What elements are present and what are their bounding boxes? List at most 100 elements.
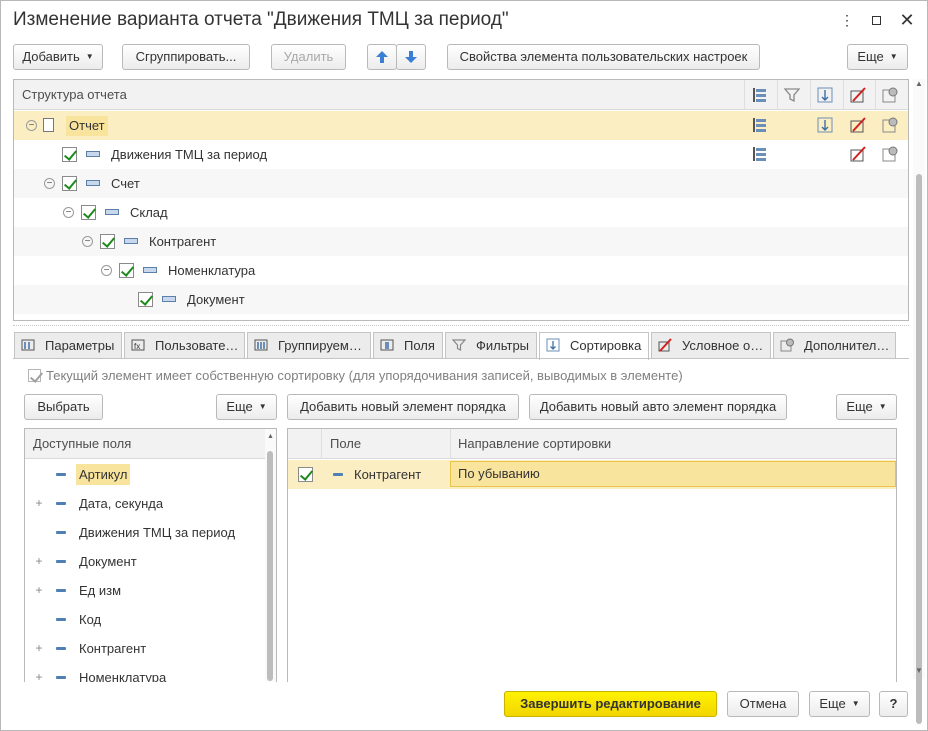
field-icon (124, 238, 138, 244)
checkbox[interactable] (100, 234, 115, 249)
tab-additional[interactable]: Дополнител… (773, 332, 896, 358)
sort-order-row[interactable]: Контрагент По убыванию (288, 460, 896, 489)
available-field-item[interactable]: Код (25, 605, 265, 634)
checkbox[interactable] (119, 263, 134, 278)
add-auto-order-item-button[interactable]: Добавить новый авто элемент порядка (529, 394, 787, 420)
field-icon (162, 296, 176, 302)
scroll-thumb[interactable] (916, 174, 922, 724)
more-button-right[interactable]: Еще ▼ (836, 394, 897, 420)
more-button-top[interactable]: Еще ▼ (847, 44, 908, 70)
available-field-item[interactable]: + Ед изм (25, 576, 265, 605)
tab-conditional-format[interactable]: Условное о… (651, 332, 771, 358)
expand-icon[interactable]: + (34, 671, 44, 682)
col-field-header: Поле (330, 436, 362, 451)
move-up-button[interactable] (367, 44, 397, 70)
available-field-label: Артикул (76, 464, 131, 485)
finish-editing-button[interactable]: Завершить редактирование (504, 691, 717, 717)
field-icon (56, 618, 66, 621)
own-sort-checkbox[interactable] (28, 369, 41, 382)
field-icon (56, 531, 66, 534)
collapse-icon[interactable]: − (44, 178, 55, 189)
more-label: Еще (857, 49, 884, 64)
select-button[interactable]: Выбрать (24, 394, 103, 420)
user-fields-icon: fx (131, 339, 145, 351)
add-button[interactable]: Добавить ▼ (13, 44, 103, 70)
svg-text:fx: fx (134, 342, 140, 351)
structure-row-account[interactable]: − Счет (14, 169, 908, 198)
window-scrollbar[interactable]: ▲ ▼ (913, 79, 925, 724)
cancel-button[interactable]: Отмена (727, 691, 799, 717)
field-icon (86, 151, 100, 157)
dropdown-arrow-icon: ▼ (878, 402, 887, 411)
collapse-icon[interactable]: − (63, 207, 74, 218)
expand-icon[interactable]: + (34, 555, 44, 567)
available-field-label: Код (79, 612, 102, 627)
delete-button[interactable]: Удалить (271, 44, 346, 70)
tab-label: Фильтры (476, 338, 530, 353)
scroll-up-icon: ▲ (267, 433, 274, 440)
structure-row-warehouse[interactable]: − Склад (14, 198, 908, 227)
available-field-item[interactable]: Артикул (25, 460, 265, 489)
close-icon[interactable]: ✕ (897, 10, 917, 30)
available-field-item[interactable]: + Документ (25, 547, 265, 576)
expand-icon[interactable]: + (34, 497, 44, 509)
maximize-icon[interactable] (866, 10, 886, 30)
available-field-item[interactable]: Движения ТМЦ за период (25, 518, 265, 547)
grouping-icon (753, 147, 766, 161)
available-field-item[interactable]: + Контрагент (25, 634, 265, 663)
available-field-item[interactable]: + Дата, секунда (25, 489, 265, 518)
collapse-icon[interactable]: − (82, 236, 93, 247)
element-properties-button[interactable]: Свойства элемента пользовательских настр… (447, 44, 760, 70)
collapse-icon[interactable]: − (101, 265, 112, 276)
tab-strip-line (13, 358, 909, 359)
more-vertical-icon[interactable]: ⋮ (837, 10, 857, 30)
available-field-label: Ед изм (79, 583, 122, 598)
structure-row-nomenclature[interactable]: − Номенклатура (14, 256, 908, 285)
filter-column-icon (784, 88, 800, 103)
more-button-footer[interactable]: Еще ▼ (809, 691, 870, 717)
sort-direction-field[interactable]: По убыванию (450, 461, 896, 487)
add-order-item-button[interactable]: Добавить новый элемент порядка (287, 394, 519, 420)
settings-icon (882, 146, 898, 162)
col-direction-header: Направление сортировки (458, 436, 612, 451)
tab-parameters[interactable]: Параметры (14, 332, 122, 358)
tab-filters[interactable]: Фильтры (445, 332, 537, 358)
tab-label: Условное о… (682, 338, 764, 353)
collapse-icon[interactable]: − (26, 120, 37, 131)
expand-icon[interactable]: + (34, 642, 44, 654)
expand-icon[interactable]: + (34, 584, 44, 596)
conditional-format-column-icon (850, 87, 866, 103)
tab-fields[interactable]: Поля (373, 332, 443, 358)
structure-row-report[interactable]: − Отчет (14, 111, 908, 140)
tab-grouping[interactable]: Группируем… (247, 332, 371, 358)
document-icon (43, 118, 54, 132)
checkbox[interactable] (62, 176, 77, 191)
available-field-label: Контрагент (79, 641, 147, 656)
structure-row-document[interactable]: Документ (14, 285, 908, 314)
structure-row-counterparty[interactable]: − Контрагент (14, 227, 908, 256)
structure-row-label: Склад (130, 205, 168, 220)
dropdown-arrow-icon: ▼ (889, 52, 898, 61)
available-field-label: Номенклатура (79, 670, 167, 682)
field-icon (56, 589, 66, 592)
field-icon (56, 560, 66, 563)
available-scrollbar[interactable]: ▲ (265, 429, 276, 682)
tab-label: Пользовате… (155, 338, 239, 353)
structure-row-movements[interactable]: Движения ТМЦ за период (14, 140, 908, 169)
checkbox[interactable] (62, 147, 77, 162)
structure-row-label: Документ (187, 292, 245, 307)
tab-label: Параметры (45, 338, 115, 353)
checkbox[interactable] (138, 292, 153, 307)
field-icon (56, 473, 66, 476)
checkbox[interactable] (81, 205, 96, 220)
tab-user-fields[interactable]: fx Пользовате… (124, 332, 245, 358)
help-button[interactable]: ? (879, 691, 908, 717)
checkbox[interactable] (298, 467, 313, 482)
move-down-button[interactable] (396, 44, 426, 70)
more-button-left[interactable]: Еще ▼ (216, 394, 277, 420)
scroll-thumb[interactable] (267, 451, 273, 681)
group-button[interactable]: Сгруппировать... (122, 44, 250, 70)
tab-sorting[interactable]: Сортировка (539, 332, 649, 360)
splitter[interactable] (13, 325, 909, 326)
available-field-item[interactable]: + Номенклатура (25, 663, 265, 682)
